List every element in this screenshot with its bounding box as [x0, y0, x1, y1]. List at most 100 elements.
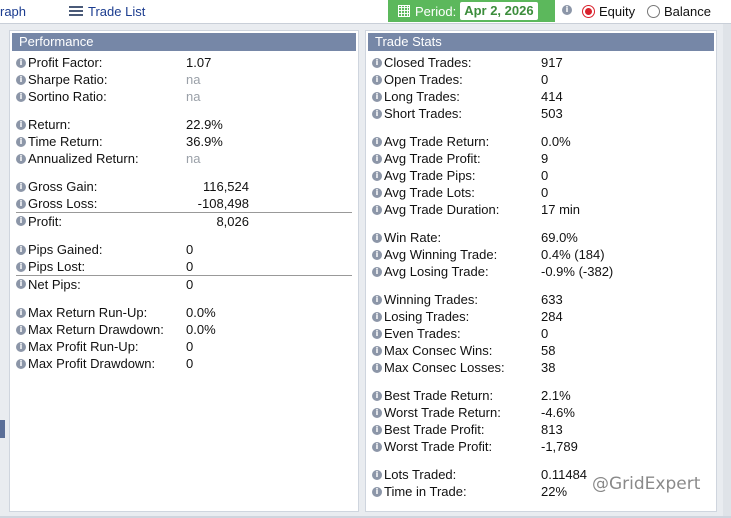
info-icon[interactable]: i [16, 244, 26, 255]
stat-row: i Short Trades: 503 [372, 105, 710, 122]
stat-label: Avg Trade Lots: [384, 185, 475, 200]
stat-row: i Max Consec Wins: 58 [372, 342, 710, 359]
info-icon[interactable]: i [372, 424, 382, 435]
stat-label: Max Return Run-Up: [28, 305, 148, 320]
info-icon[interactable]: i [372, 407, 382, 418]
stat-row: i Avg Winning Trade: 0.4% (184) [372, 246, 710, 263]
info-icon[interactable]: i [16, 358, 26, 369]
info-icon[interactable]: i [372, 441, 382, 452]
info-icon[interactable]: i [372, 204, 382, 215]
stat-label: Open Trades: [384, 72, 463, 87]
stat-label: Avg Trade Profit: [384, 151, 481, 166]
info-icon[interactable]: i [16, 216, 26, 226]
info-icon[interactable]: i [16, 74, 26, 85]
info-icon[interactable]: i [16, 279, 26, 289]
info-icon[interactable]: i [372, 153, 382, 164]
tab-trade-list[interactable]: Trade List [69, 0, 145, 22]
stat-row: i Losing Trades: 284 [372, 308, 710, 325]
stat-value: -4.6% [541, 405, 575, 420]
vertical-scrollbar[interactable] [723, 24, 731, 518]
stat-label: Best Trade Profit: [384, 422, 485, 437]
stat-value: 1.07 [186, 55, 212, 70]
info-icon[interactable]: i [16, 119, 26, 130]
info-icon[interactable]: i [16, 136, 26, 147]
info-icon[interactable]: i [372, 362, 382, 373]
info-icon[interactable]: i [372, 170, 382, 181]
info-icon[interactable]: i [372, 136, 382, 147]
stat-label: Win Rate: [384, 230, 442, 245]
info-icon[interactable]: i [372, 232, 382, 243]
stat-row: i Best Trade Return: 2.1% [372, 387, 710, 404]
info-icon[interactable]: i [16, 91, 26, 102]
balance-label: Balance [664, 4, 711, 19]
info-icon[interactable]: i [372, 108, 382, 119]
stat-value: 17 min [541, 202, 581, 217]
watermark: @GridExpert [592, 474, 701, 494]
performance-panel: Performance i Profit Factor: 1.07 i Sharpe R… [9, 30, 359, 512]
info-icon[interactable]: i [372, 266, 382, 277]
calendar-icon [398, 5, 410, 17]
period-selector[interactable]: Period: Apr 2, 2026 [388, 0, 555, 22]
stat-row: i Gross Loss: -108,498 [16, 195, 352, 212]
stat-value: 0 [186, 356, 194, 371]
stat-label: Long Trades: [384, 89, 460, 104]
info-icon[interactable]: i [16, 261, 26, 272]
info-icon[interactable]: i [372, 328, 382, 339]
info-icon[interactable]: i [372, 345, 382, 356]
info-icon[interactable]: i [562, 5, 572, 15]
stat-value: -108,498 [197, 196, 249, 211]
info-icon[interactable]: i [16, 198, 26, 209]
stat-label: Max Consec Losses: [384, 360, 505, 375]
stat-row: i Avg Trade Return: 0.0% [372, 133, 710, 150]
stat-label: Sortino Ratio: [28, 89, 107, 104]
tab-graph[interactable]: raph [0, 0, 26, 22]
info-icon[interactable]: i [16, 57, 26, 68]
trade-stats-header: Trade Stats [368, 33, 714, 51]
info-icon[interactable]: i [372, 91, 382, 102]
period-date[interactable]: Apr 2, 2026 [460, 2, 538, 20]
stat-row: i Max Profit Run-Up: 0 [16, 338, 352, 355]
stat-label: Avg Trade Return: [384, 134, 490, 149]
info-icon[interactable]: i [372, 486, 382, 497]
info-icon[interactable]: i [16, 181, 26, 192]
side-panel-handle[interactable] [0, 420, 5, 438]
stat-label: Max Profit Run-Up: [28, 339, 139, 354]
info-icon[interactable]: i [372, 469, 382, 480]
period-label: Period: [415, 3, 457, 19]
stat-row: i Avg Trade Pips: 0 [372, 167, 710, 184]
stat-value: 36.9% [186, 134, 223, 149]
stat-row: i Avg Losing Trade: -0.9% (-382) [372, 263, 710, 280]
stat-value: 58 [541, 343, 556, 358]
radio-selected-icon[interactable] [582, 5, 595, 18]
stat-value: na [186, 89, 201, 104]
stat-label: Max Return Drawdown: [28, 322, 164, 337]
stat-label: Even Trades: [384, 326, 461, 341]
stat-value: 813 [541, 422, 563, 437]
info-icon[interactable]: i [372, 311, 382, 322]
info-icon[interactable]: i [16, 307, 26, 318]
info-icon[interactable]: i [16, 153, 26, 164]
info-icon[interactable]: i [372, 294, 382, 305]
info-icon[interactable]: i [372, 249, 382, 260]
info-icon[interactable]: i [16, 341, 26, 352]
info-icon[interactable]: i [372, 390, 382, 401]
stat-label: Time in Trade: [384, 484, 467, 499]
stat-label: Avg Trade Pips: [384, 168, 476, 183]
radio-unselected-icon[interactable] [647, 5, 660, 18]
stat-label: Lots Traded: [384, 467, 457, 482]
balance-radio[interactable]: Balance [647, 4, 711, 19]
stat-value: 0 [541, 168, 549, 183]
stat-label: Best Trade Return: [384, 388, 494, 403]
stat-label: Worst Trade Profit: [384, 439, 493, 454]
info-icon[interactable]: i [372, 187, 382, 198]
info-icon[interactable]: i [372, 74, 382, 85]
stat-label: Closed Trades: [384, 55, 472, 70]
stat-value: 0 [186, 339, 194, 354]
stat-row: i Avg Trade Duration: 17 min [372, 201, 710, 218]
stat-label: Max Profit Drawdown: [28, 356, 156, 371]
equity-radio[interactable]: Equity [582, 4, 635, 19]
stat-label: Losing Trades: [384, 309, 470, 324]
info-icon[interactable]: i [16, 324, 26, 335]
stat-value: 633 [541, 292, 563, 307]
info-icon[interactable]: i [372, 57, 382, 68]
